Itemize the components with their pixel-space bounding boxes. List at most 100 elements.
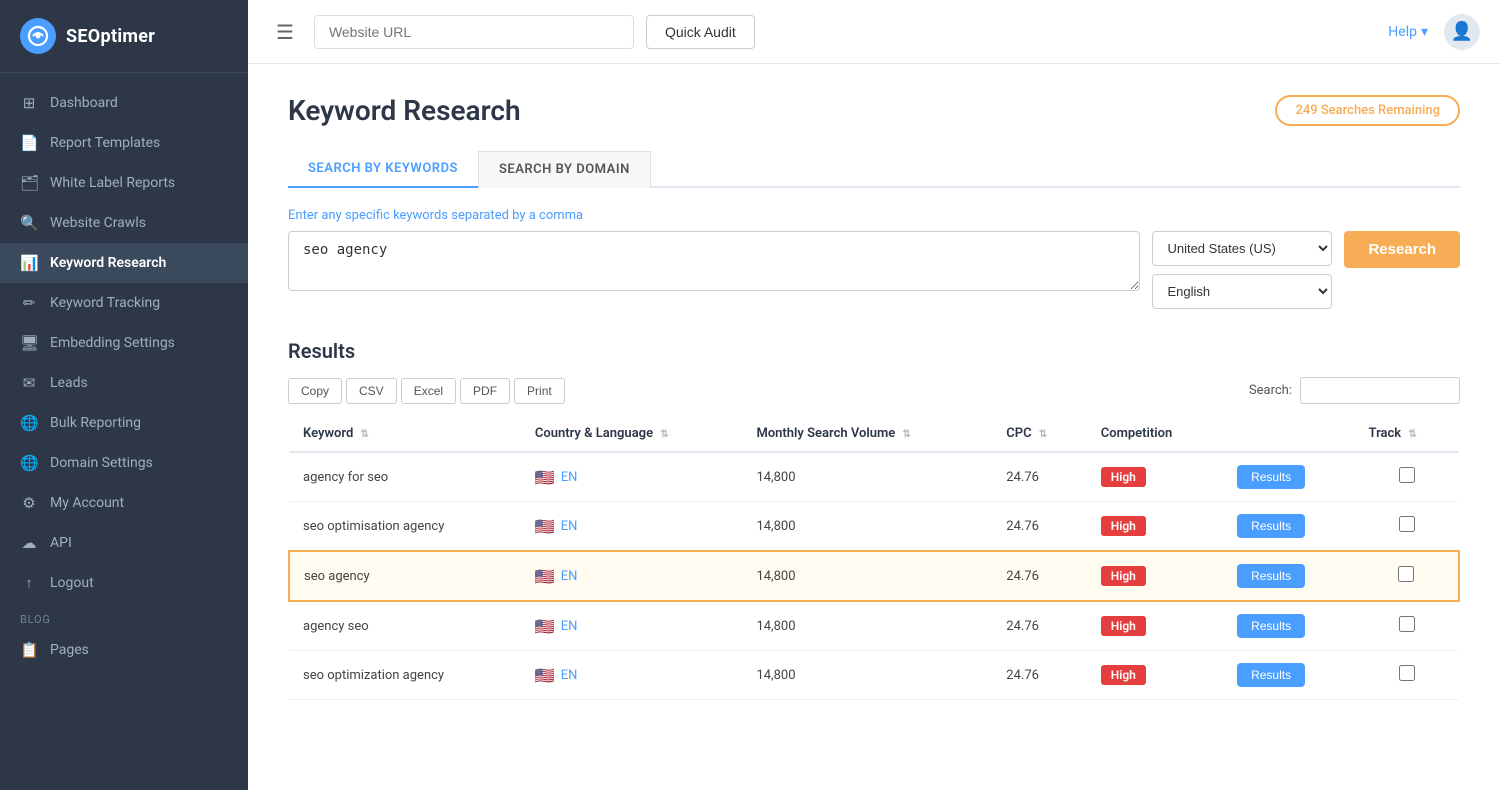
cell-volume-2: 14,800	[742, 551, 992, 601]
sidebar-label-keyword-research: Keyword Research	[50, 255, 166, 271]
main-area: ☰ Quick Audit Help ▾ 👤 Keyword Research …	[248, 0, 1500, 790]
sidebar-icon-leads: ✉	[20, 374, 38, 392]
sidebar-icon-keyword-tracking: ✏	[20, 294, 38, 312]
flag-icon-1: 🇺🇸	[535, 517, 555, 536]
results-button-4[interactable]: Results	[1237, 663, 1305, 687]
export-btn-pdf[interactable]: PDF	[460, 378, 510, 404]
sidebar-item-keyword-research[interactable]: 📊Keyword Research	[0, 243, 248, 283]
user-avatar[interactable]: 👤	[1444, 14, 1480, 50]
tab-by-keywords[interactable]: SEARCH BY KEYWORDS	[288, 151, 478, 188]
language-select[interactable]: English Spanish French German	[1152, 274, 1332, 309]
cell-cpc-4: 24.76	[992, 651, 1086, 700]
sidebar-item-bulk-reporting[interactable]: 🌐Bulk Reporting	[0, 403, 248, 443]
track-checkbox-0[interactable]	[1399, 467, 1415, 483]
url-input[interactable]	[314, 15, 634, 49]
cell-cpc-2: 24.76	[992, 551, 1086, 601]
cell-competition-3: High	[1087, 601, 1223, 651]
cell-results-btn-4: Results	[1223, 651, 1354, 700]
col-keyword: Keyword ⇅	[289, 416, 521, 452]
logo-icon	[20, 18, 56, 54]
quick-audit-button[interactable]: Quick Audit	[646, 15, 755, 49]
results-button-0[interactable]: Results	[1237, 465, 1305, 489]
track-checkbox-1[interactable]	[1399, 516, 1415, 532]
export-btn-excel[interactable]: Excel	[401, 378, 456, 404]
table-header: Keyword ⇅ Country & Language ⇅ Monthly S…	[289, 416, 1459, 452]
sort-icon-track: ⇅	[1408, 429, 1416, 440]
topbar: ☰ Quick Audit Help ▾ 👤	[248, 0, 1500, 64]
menu-icon[interactable]: ☰	[268, 16, 302, 48]
cell-volume-0: 14,800	[742, 452, 992, 502]
export-btn-print[interactable]: Print	[514, 378, 565, 404]
track-checkbox-4[interactable]	[1399, 665, 1415, 681]
cell-country-3: 🇺🇸 EN	[521, 601, 743, 651]
competition-badge-3: High	[1101, 616, 1146, 636]
sidebar-label-api: API	[50, 535, 72, 551]
results-button-2[interactable]: Results	[1237, 564, 1305, 588]
col-volume: Monthly Search Volume ⇅	[742, 416, 992, 452]
sidebar-item-logout[interactable]: ↑Logout	[0, 563, 248, 603]
sidebar-item-website-crawls[interactable]: 🔍 Website Crawls	[0, 203, 248, 243]
sidebar-item-keyword-tracking[interactable]: ✏ Keyword Tracking	[0, 283, 248, 323]
results-button-1[interactable]: Results	[1237, 514, 1305, 538]
keyword-textarea[interactable]: seo agency	[288, 231, 1140, 291]
sort-icon-cpc: ⇅	[1039, 429, 1047, 440]
sidebar-item-my-account[interactable]: ⚙My Account	[0, 483, 248, 523]
sidebar-item-pages[interactable]: 📋Pages	[0, 630, 248, 670]
content-area: Keyword Research 249 Searches Remaining …	[248, 64, 1500, 790]
cell-volume-3: 14,800	[742, 601, 992, 651]
cell-competition-2: High	[1087, 551, 1223, 601]
sidebar-label-leads: Leads	[50, 375, 88, 391]
chevron-down-icon: ▾	[1421, 24, 1428, 40]
competition-badge-0: High	[1101, 467, 1146, 487]
search-label: Search:	[1249, 383, 1292, 398]
help-button[interactable]: Help ▾	[1388, 24, 1428, 40]
sidebar-label-keyword-tracking: Keyword Tracking	[50, 295, 160, 311]
sidebar-label-website-crawls: Website Crawls	[50, 215, 146, 231]
cell-keyword-3: agency seo	[289, 601, 521, 651]
research-button[interactable]: Research	[1344, 231, 1460, 268]
cell-results-btn-2: Results	[1223, 551, 1354, 601]
sidebar-item-api[interactable]: ☁API	[0, 523, 248, 563]
export-buttons: CopyCSVExcelPDFPrint	[288, 378, 565, 404]
cell-country-1: 🇺🇸 EN	[521, 502, 743, 552]
sidebar-item-dashboard[interactable]: ⊞Dashboard	[0, 83, 248, 123]
sidebar-icon-white-label-reports: 🗂	[20, 174, 38, 192]
page-header: Keyword Research 249 Searches Remaining	[288, 94, 1460, 127]
export-btn-csv[interactable]: CSV	[346, 378, 397, 404]
table-row: seo agency 🇺🇸 EN 14,800 24.76 High Resul…	[289, 551, 1459, 601]
flag-icon-4: 🇺🇸	[535, 666, 555, 685]
competition-badge-4: High	[1101, 665, 1146, 685]
country-select[interactable]: United States (US) United Kingdom (UK) C…	[1152, 231, 1332, 266]
search-controls: United States (US) United Kingdom (UK) C…	[1152, 231, 1332, 309]
sidebar-item-domain-settings[interactable]: 🌐Domain Settings	[0, 443, 248, 483]
track-checkbox-2[interactable]	[1398, 566, 1414, 582]
lang-code-3: EN	[561, 619, 578, 634]
logo: SEOptimer	[0, 0, 248, 73]
cell-country-4: 🇺🇸 EN	[521, 651, 743, 700]
col-track: Track ⇅	[1355, 416, 1459, 452]
sidebar-label-pages: Pages	[50, 642, 89, 658]
cell-keyword-0: agency for seo	[289, 452, 521, 502]
sidebar-item-white-label-reports[interactable]: 🗂White Label Reports	[0, 163, 248, 203]
sidebar-label-my-account: My Account	[50, 495, 124, 511]
sidebar-item-embedding-settings[interactable]: 🖥Embedding Settings	[0, 323, 248, 363]
cell-country-2: 🇺🇸 EN	[521, 551, 743, 601]
cell-competition-4: High	[1087, 651, 1223, 700]
export-btn-copy[interactable]: Copy	[288, 378, 342, 404]
sort-icon-country: ⇅	[660, 429, 668, 440]
tab-by-domain[interactable]: SEARCH BY DOMAIN	[478, 151, 651, 188]
topbar-right: Help ▾ 👤	[1388, 14, 1480, 50]
track-checkbox-3[interactable]	[1399, 616, 1415, 632]
sidebar-item-leads[interactable]: ✉ Leads	[0, 363, 248, 403]
cell-volume-4: 14,800	[742, 651, 992, 700]
sidebar-icon-website-crawls: 🔍	[20, 214, 38, 232]
table-search-input[interactable]	[1300, 377, 1460, 404]
cell-results-btn-1: Results	[1223, 502, 1354, 552]
sidebar-item-report-templates[interactable]: 📄Report Templates	[0, 123, 248, 163]
sidebar-label-embedding-settings: Embedding Settings	[50, 335, 175, 351]
results-button-3[interactable]: Results	[1237, 614, 1305, 638]
cell-competition-1: High	[1087, 502, 1223, 552]
lang-code-0: EN	[561, 470, 578, 485]
cell-track-2	[1355, 551, 1459, 601]
sidebar-icon-logout: ↑	[20, 574, 38, 592]
